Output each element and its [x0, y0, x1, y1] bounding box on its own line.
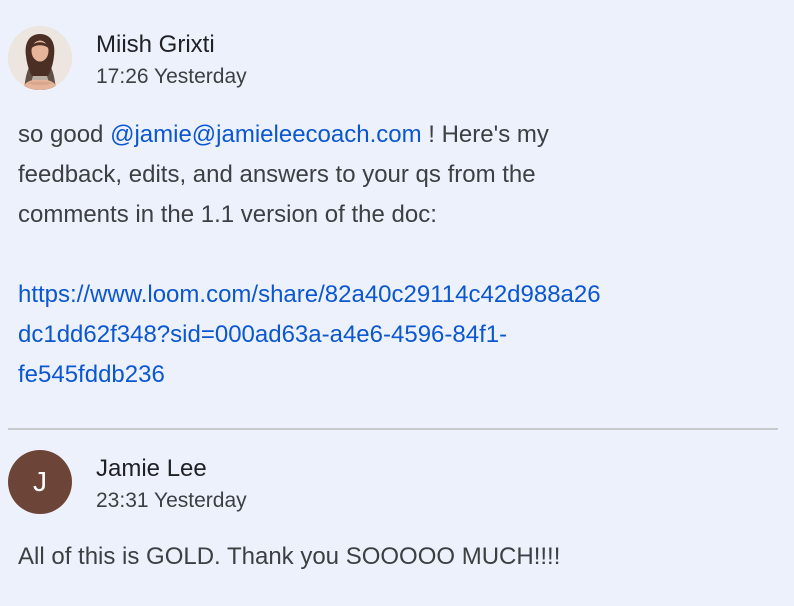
author-name: Jamie Lee — [96, 455, 207, 482]
avatar-photo-icon — [8, 26, 72, 90]
comment-text: ! Here's my — [421, 121, 549, 148]
mention-link[interactable]: @jamie@jamieleecoach.com — [110, 121, 422, 148]
comment-timestamp: 23:31 Yesterday — [96, 489, 247, 512]
loom-link[interactable]: https://www.loom.com/share/82a40c29114c4… — [18, 281, 601, 388]
avatar-jamie[interactable]: J — [8, 450, 72, 514]
comment-divider — [8, 428, 778, 430]
loom-link-line[interactable]: dc1dd62f348?sid=000ad63a-a4e6-4596-84f1- — [18, 321, 507, 348]
comment-timestamp: 17:26 Yesterday — [96, 65, 247, 88]
loom-link-line[interactable]: fe545fddb236 — [18, 361, 165, 388]
comment-body: All of this is GOLD. Thank you SOOOOO MU… — [18, 537, 778, 577]
comment-text: comments in the 1.1 version of the doc: — [18, 201, 437, 228]
comment-body: so good @jamie@jamieleecoach.com ! Here'… — [18, 115, 778, 395]
comment-text: All of this is GOLD. Thank you SOOOOO MU… — [18, 543, 561, 570]
avatar-initial: J — [8, 450, 72, 514]
comment-text: so good — [18, 121, 111, 148]
comment-text: feedback, edits, and answers to your qs … — [18, 161, 536, 188]
author-name: Miish Grixti — [96, 31, 215, 58]
avatar-miish[interactable] — [8, 26, 72, 90]
loom-link-line[interactable]: https://www.loom.com/share/82a40c29114c4… — [18, 281, 601, 308]
